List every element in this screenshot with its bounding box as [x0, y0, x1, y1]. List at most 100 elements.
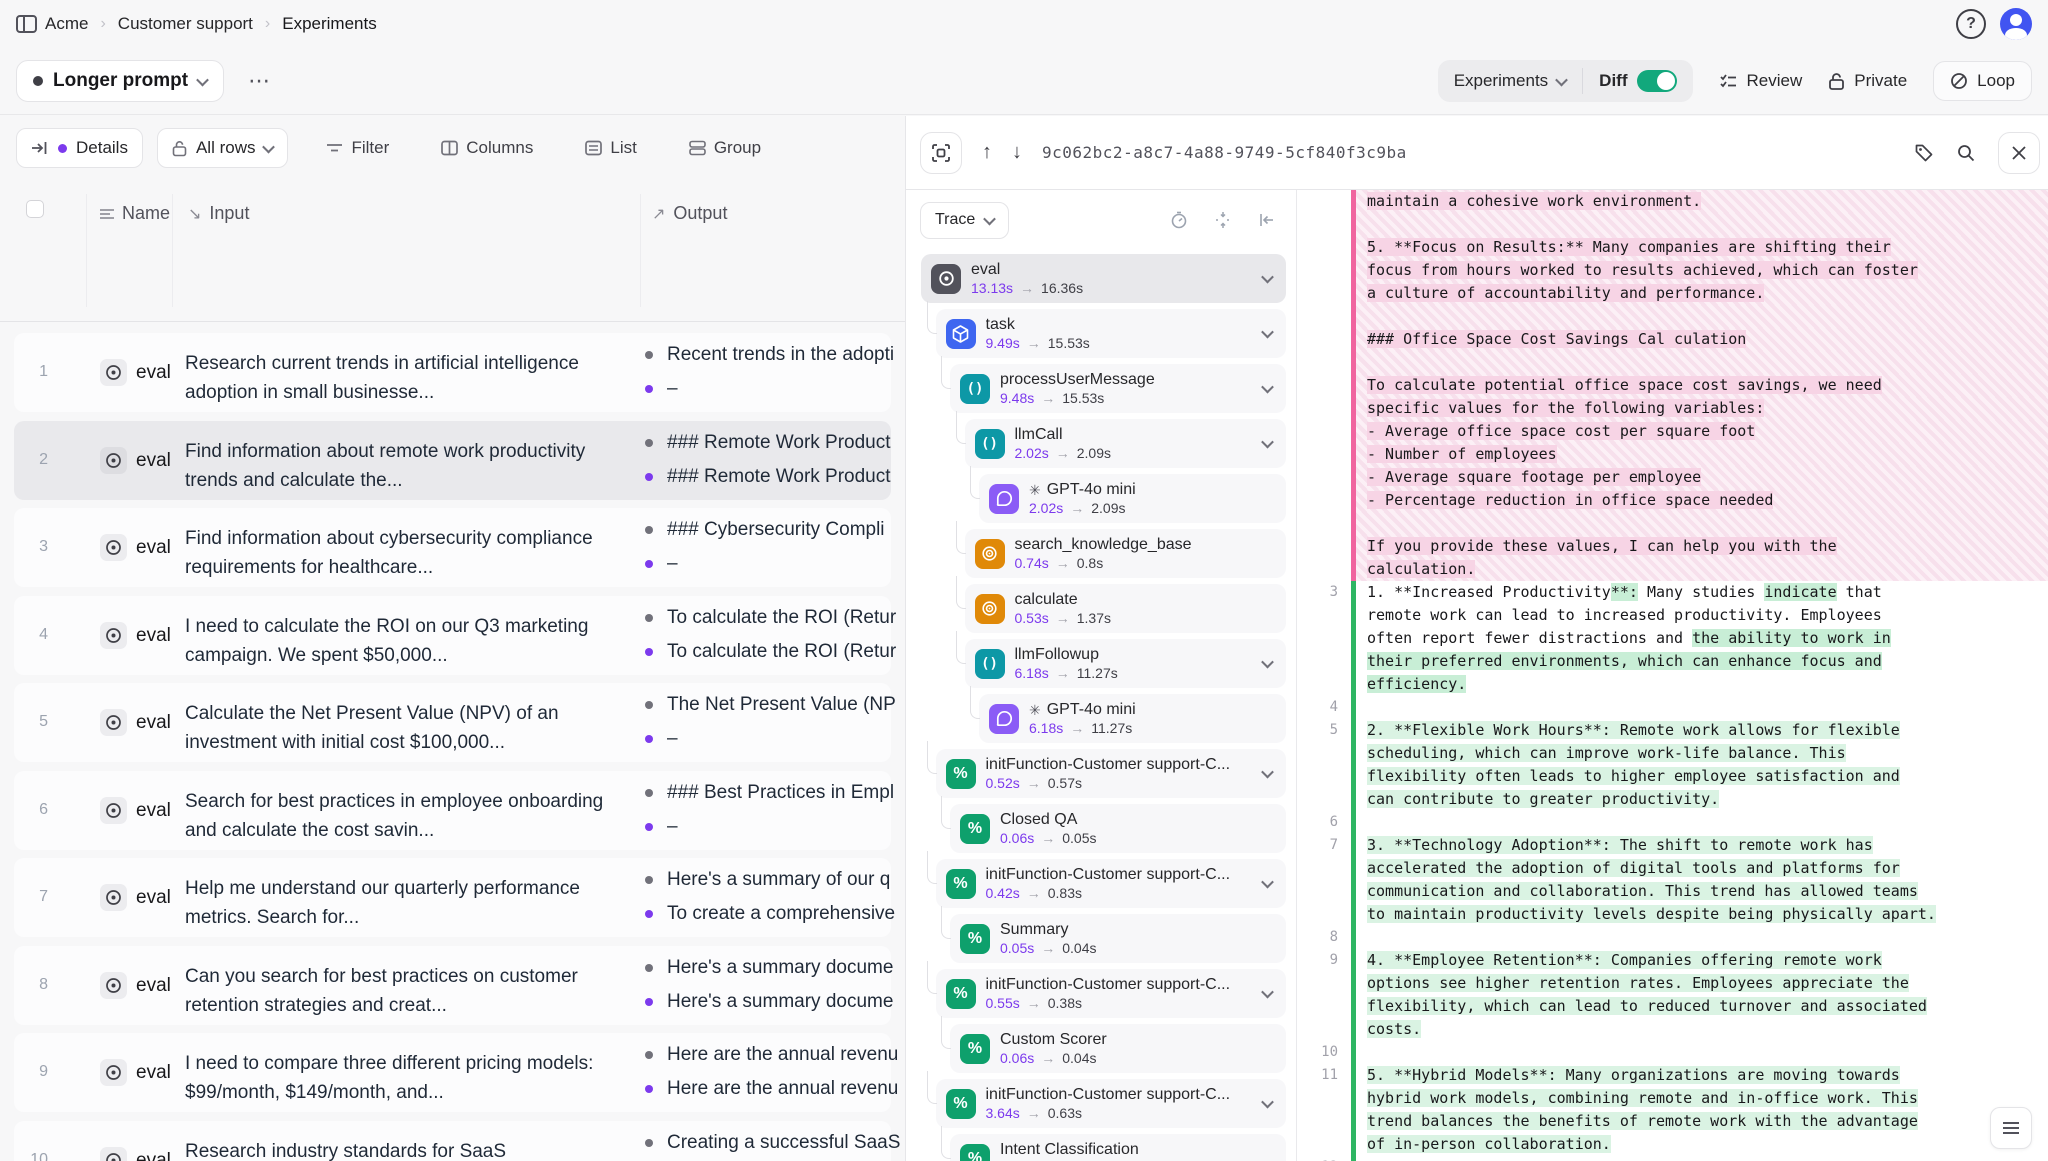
trace-node[interactable]: task 9.49s → 15.53s	[936, 309, 1287, 358]
trace-node[interactable]: % initFunction-Customer support-C... 3.6…	[936, 1079, 1287, 1128]
column-name-label: Name	[122, 203, 170, 224]
next-row-button[interactable]: ↓	[1012, 141, 1022, 164]
row-output: Here are the annual revenuHere are the a…	[645, 1033, 905, 1112]
sidebar-toggle-icon[interactable]	[16, 15, 37, 33]
trace-node[interactable]: eval 13.13s → 16.36s	[921, 254, 1286, 303]
more-options-button[interactable]: ⋯	[240, 64, 280, 98]
trace-node[interactable]: () llmCall 2.02s → 2.09s	[965, 419, 1287, 468]
table-row[interactable]: 3 eval Find information about cybersecur…	[14, 508, 891, 587]
details-label: Details	[76, 138, 128, 158]
filter-button[interactable]: Filter	[316, 138, 399, 158]
output-value: ### Best Practices in Empl	[645, 782, 905, 804]
trace-view-selector[interactable]: Trace	[920, 202, 1009, 239]
tag-icon[interactable]	[1914, 143, 1934, 163]
output-text: ### Remote Work Product	[667, 466, 891, 488]
details-button[interactable]: Details	[16, 128, 143, 168]
trace-node[interactable]: % initFunction-Customer support-C... 0.4…	[936, 859, 1287, 908]
score-icon: %	[946, 1089, 976, 1119]
list-button[interactable]: List	[575, 138, 646, 158]
view-selector[interactable]: Experiments	[1438, 60, 1582, 102]
view-diff-control: Experiments Diff	[1438, 60, 1693, 102]
table-row[interactable]: 7 eval Help me understand our quarterly …	[14, 858, 891, 937]
help-icon[interactable]: ?	[1956, 9, 1986, 39]
trace-node[interactable]: % Summary 0.05s → 0.04s	[950, 914, 1286, 963]
outline-toggle-button[interactable]	[1990, 1107, 2032, 1149]
diff-line: specific values for the following variab…	[1297, 397, 2048, 420]
trace-node[interactable]: () llmFollowup 6.18s → 11.27s	[965, 639, 1287, 688]
diff-line: 11 5. **Hybrid Models**: Many organizati…	[1297, 1064, 2048, 1087]
experiment-selector[interactable]: Longer prompt	[16, 60, 224, 102]
trace-node[interactable]: () processUserMessage 9.48s → 15.53s	[950, 364, 1286, 413]
trace-node-durations: 0.42s → 0.83s	[986, 885, 1231, 901]
table-row[interactable]: 2 eval Find information about remote wor…	[14, 421, 891, 500]
breadcrumb-item[interactable]: Acme	[45, 14, 88, 34]
arrow-right-icon: →	[1041, 390, 1055, 406]
expand-panel-button[interactable]	[920, 132, 962, 174]
search-icon[interactable]	[1956, 143, 1976, 163]
table-row[interactable]: 4 eval I need to calculate the ROI on ou…	[14, 596, 891, 675]
rows-filter-button[interactable]: All rows	[157, 128, 289, 168]
collapse-vertical-icon[interactable]	[1214, 211, 1232, 229]
private-button[interactable]: Private	[1828, 71, 1907, 91]
loop-button[interactable]: Loop	[1933, 61, 2032, 101]
table-row[interactable]: 5 eval Calculate the Net Present Value (…	[14, 683, 891, 762]
chevron-down-icon[interactable]	[1261, 381, 1274, 394]
trace-node[interactable]: ✳GPT-4o mini 6.18s → 11.27s	[979, 694, 1286, 743]
close-panel-button[interactable]	[1998, 132, 2040, 174]
chevron-down-icon[interactable]	[1261, 986, 1274, 999]
table-row[interactable]: 10 eval Research industry standards for …	[14, 1121, 891, 1161]
column-header-input[interactable]: ↘ Input	[188, 203, 249, 224]
breadcrumb-item[interactable]: Experiments	[282, 14, 376, 34]
trace-node[interactable]: search_knowledge_base 0.74s → 0.8s	[965, 529, 1287, 578]
diff-line: costs.	[1297, 1018, 2048, 1041]
column-header-output[interactable]: ↗ Output	[652, 203, 727, 224]
row-input: Can you search for best practices on cus…	[185, 962, 617, 1022]
breadcrumb-item[interactable]: Customer support	[118, 14, 253, 34]
columns-button[interactable]: Columns	[431, 138, 543, 158]
trace-node[interactable]: % Closed QA 0.06s → 0.05s	[950, 804, 1286, 853]
group-button[interactable]: Group	[679, 138, 771, 158]
trace-node[interactable]: ✳GPT-4o mini 2.02s → 2.09s	[979, 474, 1286, 523]
collapse-left-icon[interactable]	[1258, 211, 1276, 229]
trace-node[interactable]: % Custom Scorer 0.06s → 0.04s	[950, 1024, 1286, 1073]
chevron-down-icon[interactable]	[1261, 326, 1274, 339]
duration-compare: 0.57s	[1048, 775, 1082, 791]
chevron-down-icon[interactable]	[1261, 656, 1274, 669]
trace-node-name: initFunction-Customer support-C...	[986, 1086, 1231, 1104]
row-number: 2	[20, 451, 48, 469]
review-button[interactable]: Review	[1719, 71, 1803, 91]
table-row[interactable]: 1 eval Research current trends in artifi…	[14, 333, 891, 412]
previous-row-button[interactable]: ↑	[982, 141, 992, 164]
table-row[interactable]: 6 eval Search for best practices in empl…	[14, 771, 891, 850]
chevron-down-icon[interactable]	[1261, 436, 1274, 449]
trace-node[interactable]: % Intent Classification 0.13s → 0.08s	[950, 1134, 1286, 1161]
diff-line: accelerated the adoption of digital tool…	[1297, 857, 2048, 880]
duration-current: 13.13s	[971, 280, 1013, 296]
diff-line: 5. **Focus on Results:** Many companies …	[1297, 236, 2048, 259]
table-row[interactable]: 8 eval Can you search for best practices…	[14, 946, 891, 1025]
trace-node[interactable]: % initFunction-Customer support-C... 0.5…	[936, 969, 1287, 1018]
column-header-name[interactable]: Name	[100, 203, 170, 224]
output-value: ### Remote Work Product	[645, 432, 905, 454]
trace-node[interactable]: % initFunction-Customer support-C... 0.5…	[936, 749, 1287, 798]
trace-node-name: calculate	[1015, 591, 1112, 609]
line-number	[1297, 1018, 1351, 1041]
select-all-checkbox[interactable]	[26, 200, 44, 218]
table-row[interactable]: 9 eval I need to compare three different…	[14, 1033, 891, 1112]
output-text: To calculate the ROI (Retur	[667, 641, 896, 663]
diff-line-content: - Average square footage per employee	[1351, 466, 2048, 489]
chevron-down-icon[interactable]	[1261, 766, 1274, 779]
diff-line-content	[1351, 696, 2048, 719]
timing-icon[interactable]	[1170, 211, 1188, 229]
output-text: Recent trends in the adopti	[667, 344, 894, 366]
trace-panel: ↑ ↓ 9c062bc2-a8c7-4a88-9749-5cf840f3c9ba…	[905, 116, 2048, 1161]
avatar[interactable]	[2000, 8, 2032, 40]
filter-icon	[326, 141, 343, 155]
chevron-down-icon[interactable]	[1261, 271, 1274, 284]
score-icon: %	[946, 979, 976, 1009]
diff-toggle[interactable]	[1637, 70, 1677, 92]
row-name: eval	[136, 625, 171, 647]
chevron-down-icon[interactable]	[1261, 876, 1274, 889]
chevron-down-icon[interactable]	[1261, 1096, 1274, 1109]
trace-node[interactable]: calculate 0.53s → 1.37s	[965, 584, 1287, 633]
